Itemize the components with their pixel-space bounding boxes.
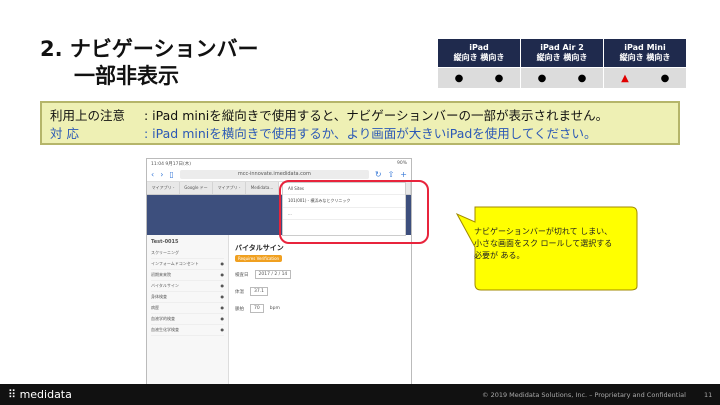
browser-tab[interactable]: Google ドー [180,182,213,194]
note-row-caution: 利用上の注意 : iPad miniを縦向きで使用すると、ナビゲーションバーの一部… [50,107,670,125]
back-icon[interactable]: ‹ [151,170,154,179]
verification-badge: Requires Verification [235,255,283,262]
sidebar-item[interactable]: インフォームドコンセント ● [151,259,224,270]
form-heading: バイタルサイン [235,244,284,252]
form-area: バイタルサイン Requires Verification 検査日 2017 / … [229,235,411,385]
support-mark: ● [537,72,547,84]
browser-tab[interactable]: マイアプリ - [147,182,180,194]
compatibility-table: iPad 縦向き 横向き iPad Air 2 縦向き 横向き iPad Mini 縦… [437,38,687,89]
sidebar-item[interactable]: 初期来来院 ● [151,270,224,281]
compat-cell: ● ● [437,67,521,89]
sidebar-item[interactable]: 身体検査 ● [151,292,224,303]
device-header-ipad: iPad 縦向き 横向き [437,38,521,68]
status-bar: 11:04 9月17日(木) 90% [151,161,407,167]
copyright-text: © 2019 Medidata Solutions, Inc. – Propri… [482,391,686,399]
usage-note-box: 利用上の注意 : iPad miniを縦向きで使用すると、ナビゲーションバーの一部… [40,101,680,145]
sidebar-item[interactable]: 血液生化学検査 ● [151,325,224,336]
slide-title-line2: 一部非表示 [74,64,179,89]
sidebar-title: Test-0015 [151,239,179,245]
note-text: : iPad miniを横向きで使用するか、より画面が大きいiPadを使用してく… [144,126,597,142]
page-number: 11 [704,391,713,399]
device-header-ipad-mini: iPad Mini 縦向き 横向き [603,38,687,68]
date-field[interactable]: 2017 / 2 / 14 [254,270,292,279]
sidebar-item[interactable]: スクリーニング [151,248,224,259]
logo-mark-icon: ⠿ [8,388,17,401]
sidebar-item[interactable]: 病歴 ● [151,303,224,314]
share-icon[interactable]: ⇧ [388,170,395,179]
medidata-logo: ⠿ medidata [8,388,72,401]
partial-support-mark: ▲ [621,72,629,84]
device-header-ipad-air2: iPad Air 2 縦向き 横向き [520,38,604,68]
new-tab-icon[interactable]: + [400,170,407,179]
note-row-action: 対 応 : iPad miniを横向きで使用するか、より画面が大きいiPadを使用… [50,125,670,143]
temperature-field[interactable]: 37.1 [250,287,269,296]
pulse-field[interactable]: 70 [250,304,264,313]
support-mark: ● [660,72,670,84]
slide-title: 2. ナビゲーションバー 一部非表示 [40,36,258,91]
support-mark: ● [577,72,587,84]
note-text: : iPad miniを縦向きで使用すると、ナビゲーションバーの一部が表示されま… [144,108,609,123]
address-bar[interactable]: mcc-innovate.imedidata.com [179,170,369,179]
bookmarks-icon[interactable]: ▯ [169,170,173,179]
highlight-frame [279,180,429,244]
note-label: 利用上の注意 [50,108,126,123]
compat-cell: ● ● [520,67,604,89]
form-row: 脈拍 70 bpm [235,304,280,313]
subject-sidebar: Test-0015 スクリーニング インフォームドコンセント ● 初期来来院 ● バ… [147,235,229,385]
compat-cell: ▲ ● [603,67,687,89]
form-row: 体温 37.1 [235,287,405,296]
slide-title-line1: 2. ナビゲーションバー [40,37,259,61]
browser-tab[interactable]: Medidata... [246,182,279,194]
form-row: 検査日 2017 / 2 / 14 [235,270,405,279]
forward-icon[interactable]: › [160,170,163,179]
note-label: 対 応 [50,126,79,142]
reload-icon[interactable]: ↻ [375,170,382,179]
support-mark: ● [494,72,504,84]
support-mark: ● [454,72,464,84]
sidebar-item[interactable]: 血液学的検査 ● [151,314,224,325]
browser-tab[interactable]: マイアプリ - [213,182,246,194]
callout-text: ナビゲーションバーが切れて しまい、小さな画面をスク ロールして選択する必要が … [474,227,613,260]
sidebar-item[interactable]: バイタルサイン ● [151,281,224,292]
